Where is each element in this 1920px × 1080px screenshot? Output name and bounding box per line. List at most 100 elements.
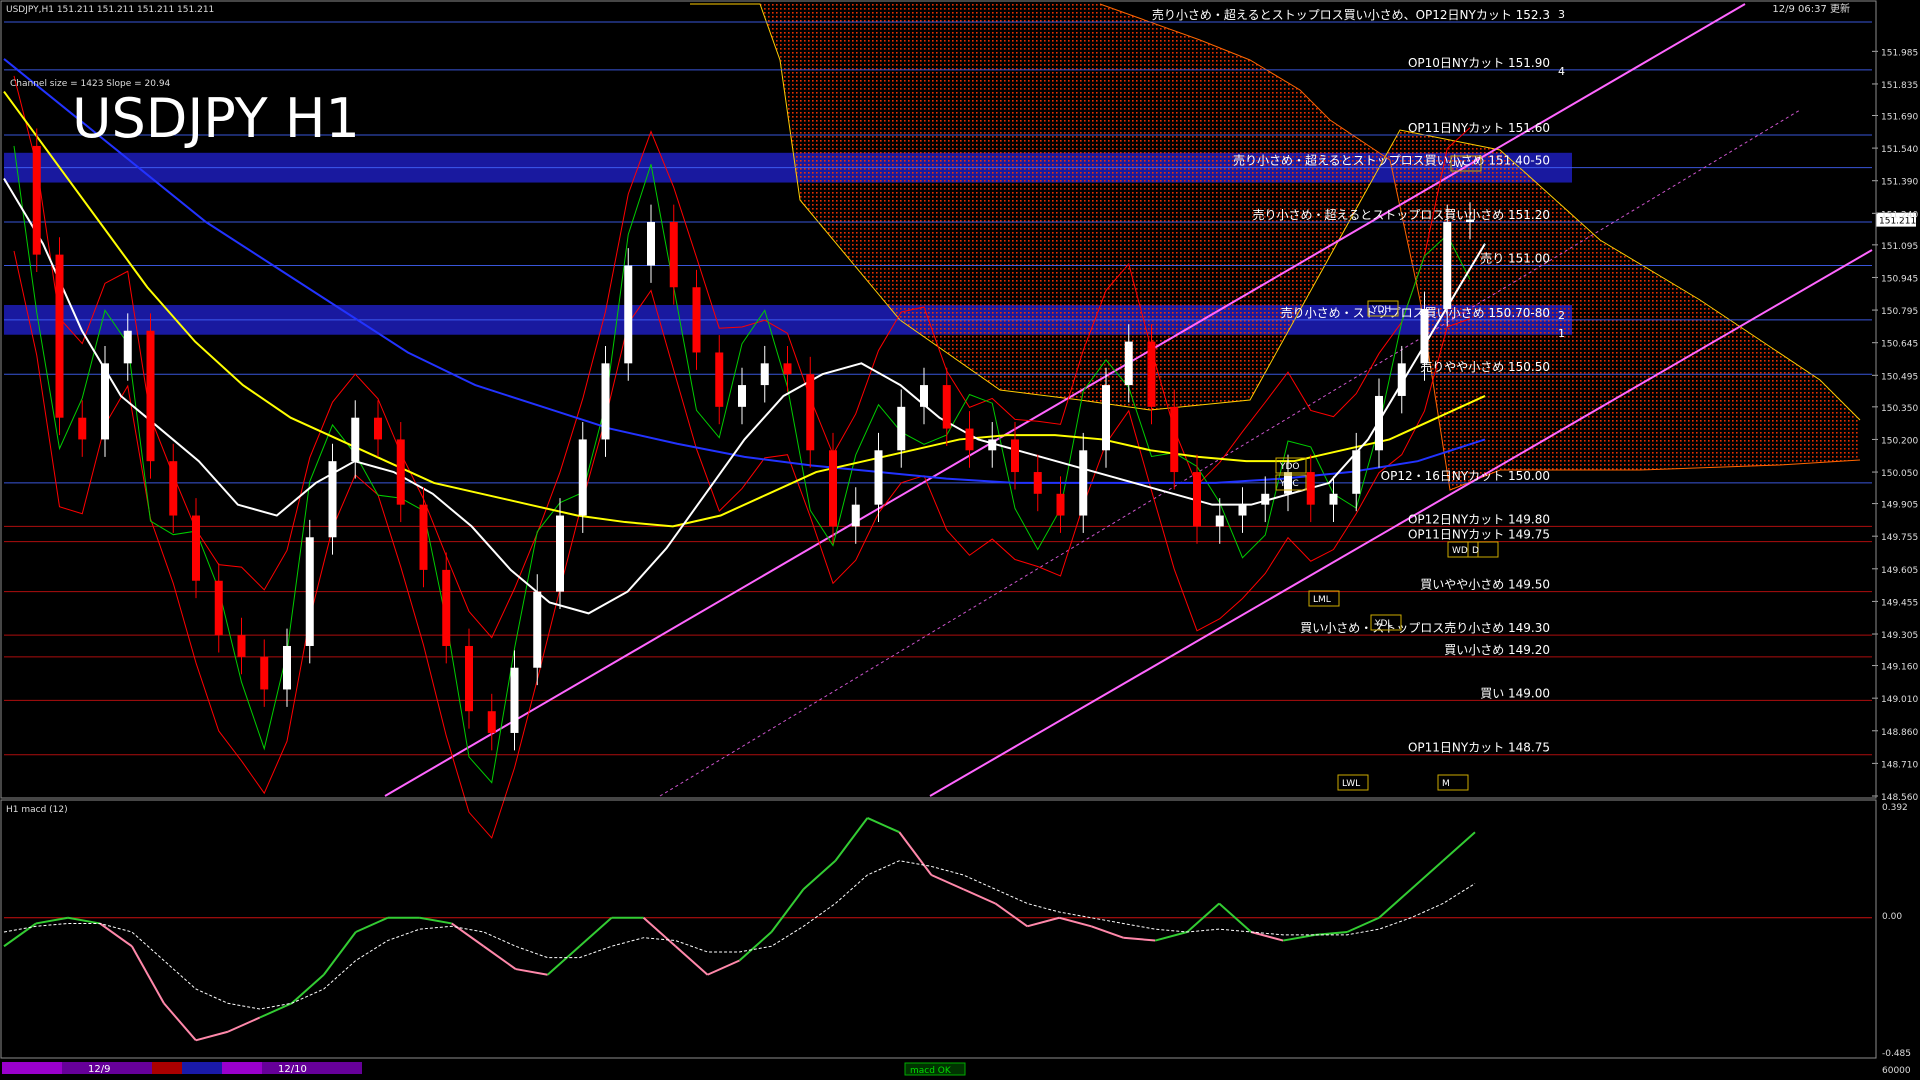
candle-body-27 bbox=[624, 265, 633, 364]
candle-body-61 bbox=[1397, 363, 1406, 396]
fib-label-1: 2 bbox=[1558, 309, 1565, 322]
level-annotation-6: 売り小さめ・ストップロス買い小さめ 150.70-80 bbox=[1281, 305, 1550, 320]
candle-body-5 bbox=[123, 330, 132, 364]
candle-body-24 bbox=[556, 515, 564, 592]
y-tick-label-23: 148.560 bbox=[1881, 793, 1918, 803]
candle-body-60 bbox=[1375, 395, 1383, 451]
candle-body-43 bbox=[988, 439, 997, 451]
candle-body-19 bbox=[442, 569, 451, 646]
candle-body-1 bbox=[32, 145, 41, 255]
candle-body-20 bbox=[465, 645, 473, 712]
level-annotation-10: OP11日NYカット 149.75 bbox=[1408, 528, 1550, 542]
y-tick-label-17: 149.455 bbox=[1881, 598, 1918, 608]
y-tick-label-20: 149.010 bbox=[1881, 695, 1918, 705]
candle-body-16 bbox=[374, 417, 382, 440]
candle-body-15 bbox=[351, 417, 360, 462]
candle-body-44 bbox=[1011, 439, 1019, 473]
session-seg-5 bbox=[262, 1062, 362, 1074]
box-label-6: WD bbox=[1452, 546, 1468, 556]
y-tick-label-9: 150.645 bbox=[1881, 340, 1918, 350]
level-annotation-5: 売り 151.00 bbox=[1480, 251, 1550, 266]
y-tick-label-4: 151.390 bbox=[1881, 178, 1918, 188]
candle-body-21 bbox=[487, 711, 496, 733]
candle-body-41 bbox=[942, 385, 951, 429]
date-label-0: 12/9 bbox=[88, 1064, 110, 1075]
candle-body-9 bbox=[214, 580, 223, 636]
candle-body-26 bbox=[601, 363, 610, 440]
y-tick-label-18: 149.305 bbox=[1881, 631, 1918, 641]
fib-label-2: 3 bbox=[1558, 8, 1565, 21]
y-tick-label-10: 150.495 bbox=[1881, 372, 1918, 382]
candle-body-55 bbox=[1261, 493, 1270, 505]
y-tick-label-8: 150.795 bbox=[1881, 307, 1918, 317]
level-annotation-4: 売り小さめ・超えるとストップロス買い小さめ 151.20 bbox=[1253, 207, 1550, 222]
macd-tick-top: 0.392 bbox=[1882, 803, 1908, 813]
y-tick-label-14: 149.905 bbox=[1881, 501, 1918, 511]
box-label-1: YDO bbox=[1279, 462, 1300, 472]
candle-body-29 bbox=[669, 222, 678, 288]
level-annotation-1: OP10日NYカット 151.90 bbox=[1408, 56, 1550, 70]
candle-body-39 bbox=[897, 406, 906, 451]
candle-body-35 bbox=[806, 374, 815, 451]
candle-body-40 bbox=[920, 385, 928, 407]
box-label-4: LML bbox=[1313, 595, 1331, 605]
y-tick-label-6: 151.095 bbox=[1881, 242, 1918, 252]
box-label-5: LWL bbox=[1342, 779, 1360, 789]
candle-body-63 bbox=[1443, 222, 1452, 309]
y-tick-label-11: 150.350 bbox=[1881, 404, 1918, 414]
candle-body-51 bbox=[1170, 406, 1179, 473]
candle-body-28 bbox=[647, 222, 655, 266]
box-label-2: YDC bbox=[1279, 479, 1299, 489]
candle-body-31 bbox=[715, 352, 724, 407]
candle-body-45 bbox=[1033, 472, 1042, 494]
y-tick-label-19: 149.160 bbox=[1881, 663, 1918, 673]
session-seg-0 bbox=[2, 1062, 62, 1074]
candle-body-7 bbox=[169, 461, 178, 516]
level-annotation-0: 売り小さめ・超えるとストップロス買い小さめ、OP12日NYカット 152.3 bbox=[1152, 7, 1550, 22]
candle-body-59 bbox=[1352, 450, 1361, 494]
level-annotation-14: 買い 149.00 bbox=[1480, 686, 1550, 700]
level-annotation-11: 買いやや小さめ 149.50 bbox=[1420, 578, 1550, 592]
y-tick-label-15: 149.755 bbox=[1881, 533, 1918, 543]
candle-body-53 bbox=[1215, 515, 1224, 527]
candle-body-47 bbox=[1079, 450, 1088, 516]
candle-body-48 bbox=[1102, 385, 1110, 451]
candle-body-17 bbox=[396, 439, 405, 505]
candle-body-58 bbox=[1329, 493, 1338, 505]
candle-body-4 bbox=[101, 363, 109, 440]
box-label-0: YDH bbox=[1371, 305, 1391, 315]
level-annotation-13: 買い小さめ 149.20 bbox=[1444, 643, 1550, 657]
level-annotation-8: OP12・16日NYカット 150.00 bbox=[1381, 469, 1550, 483]
candle-body-10 bbox=[237, 635, 246, 657]
session-seg-2 bbox=[152, 1062, 182, 1074]
level-annotation-12: 買い小さめ・ストップロス売り小さめ 149.30 bbox=[1300, 620, 1550, 635]
bottom-tick: 60000 bbox=[1882, 1066, 1911, 1076]
candle-body-30 bbox=[692, 287, 701, 353]
macd-tick-bottom: -0.485 bbox=[1882, 1049, 1911, 1059]
level-annotation-7: 売りやや小さめ 150.50 bbox=[1420, 359, 1550, 374]
candle-body-3 bbox=[78, 417, 87, 440]
usdjpy-h1-chart[interactable]: 売り小さめ・超えるとストップロス買い小さめ、OP12日NYカット 152.3 OP… bbox=[0, 0, 1920, 1080]
candle-body-50 bbox=[1147, 341, 1156, 407]
level-annotation-9: OP12日NYカット 149.80 bbox=[1408, 512, 1550, 526]
candle-body-25 bbox=[578, 439, 587, 516]
candle-body-34 bbox=[783, 363, 792, 375]
box-label-8: W bbox=[1455, 160, 1464, 170]
macd-tick-zero: 0.00 bbox=[1882, 912, 1902, 922]
date-label-1: 12/10 bbox=[278, 1064, 307, 1075]
level-annotation-3: 売り小さめ・超えるとストップロス買い小さめ 151.40-50 bbox=[1233, 153, 1550, 168]
chart-big-title: USDJPY H1 bbox=[72, 87, 360, 150]
candle-body-37 bbox=[851, 504, 860, 527]
status-label: macd OK bbox=[910, 1066, 952, 1076]
candle-body-13 bbox=[305, 537, 314, 646]
fib-label-0: 1 bbox=[1558, 327, 1565, 340]
candle-body-46 bbox=[1056, 493, 1065, 516]
header-timestamp: 12/9 06:37 更新 bbox=[1772, 2, 1850, 15]
candle-body-33 bbox=[760, 363, 769, 386]
candle-body-49 bbox=[1124, 341, 1133, 386]
y-tick-label-5: 151.240 bbox=[1881, 210, 1918, 220]
candle-body-38 bbox=[874, 450, 883, 505]
session-seg-3 bbox=[182, 1062, 222, 1074]
macd-panel-title: H1 macd (12) bbox=[6, 805, 68, 815]
y-tick-label-7: 150.945 bbox=[1881, 274, 1918, 284]
